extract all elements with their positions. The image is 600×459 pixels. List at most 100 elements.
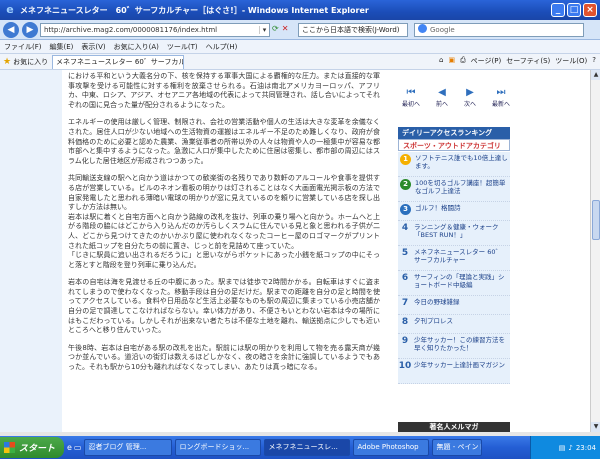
favorites-button[interactable]: ★ お気に入り — [3, 57, 48, 67]
ranking-link[interactable]: ランニング＆健康・ウォーク「BEST RUN！」 — [412, 221, 510, 241]
windows-logo-icon — [4, 442, 15, 453]
jword-search-label: ここから日本語で検索(J-Word) — [302, 26, 400, 34]
ranking-link[interactable]: メネフネニュースレター 60゛サーフカルチャー — [412, 246, 510, 266]
taskbar-item-label: 忍者ブログ 管理... — [88, 443, 147, 451]
ranking-subheader: スポーツ・アウトドアカテゴリ — [398, 139, 510, 151]
vertical-scrollbar[interactable]: ▲ ▼ — [590, 70, 600, 432]
taskbar-item-active[interactable]: メネフネニュースレ... — [264, 439, 351, 456]
last-icon: ⏭ — [496, 87, 506, 98]
ranking-link[interactable]: サーフィンの「理論と実践」ショートボード中級編 — [412, 271, 510, 291]
address-toolbar: ◀ ▶ http://archive.mag2.com/0000081176/i… — [0, 20, 600, 40]
next-issue-link[interactable]: ▶ 次へ — [464, 86, 476, 112]
ranking-link[interactable]: ゴルフ！格闘詩 — [413, 202, 510, 214]
article-paragraph: における平和という大義名分の下、核を保持する軍事大国による覇権的な圧力。または直… — [68, 72, 380, 109]
forward-icon[interactable]: ▶ — [22, 21, 38, 38]
scroll-thumb[interactable] — [592, 200, 600, 240]
celebrity-mailmag-banner[interactable]: 著名人メルマガ — [398, 422, 510, 432]
ranking-item[interactable]: 6 サーフィンの「理論と実践」ショートボード中級編 — [398, 271, 510, 296]
scroll-down-icon[interactable]: ▼ — [591, 422, 600, 432]
address-url: http://archive.mag2.com/0000081176/index… — [44, 26, 218, 34]
rank-number: 10 — [398, 361, 412, 371]
ranking-item[interactable]: 5 メネフネニュースレター 60゛サーフカルチャー — [398, 246, 510, 271]
print-icon[interactable]: ⎙ — [460, 56, 466, 66]
back-icon[interactable]: ◀ — [3, 21, 19, 38]
menu-edit[interactable]: 編集(E) — [50, 42, 74, 52]
chevron-down-icon[interactable]: ▾ — [259, 26, 269, 34]
desktop-quicklaunch-icon[interactable]: ▭ — [74, 443, 82, 452]
article-paragraph: エネルギーの使用は厳しく管理、制限され、会社の営業活動や個人の生活は大きな変革を… — [68, 118, 380, 165]
taskbar-item-label: 無題 - ペイント — [436, 443, 483, 451]
scroll-up-icon[interactable]: ▲ — [591, 70, 600, 80]
page-content[interactable]: における平和という大義名分の下、核を保持する軍事大国による覇権的な圧力。または直… — [0, 70, 590, 432]
ranking-item[interactable]: 9 少年サッカー！この練習方法を早く知りたかった！ — [398, 334, 510, 359]
ranking-item[interactable]: 10 少年サッカー上達計画マガジン — [398, 359, 510, 384]
menu-file[interactable]: ファイル(F) — [4, 42, 42, 52]
safety-menu[interactable]: セーフティ(S) — [506, 56, 550, 66]
ranking-item[interactable]: 7 今日の野球雑録 — [398, 296, 510, 315]
prev-label: 前へ — [435, 101, 448, 108]
volume-icon[interactable]: ♪ — [568, 444, 572, 452]
star-icon: ★ — [3, 56, 12, 67]
help-icon[interactable]: ? — [592, 56, 596, 66]
ranking-link[interactable]: 少年サッカー！この練習方法を早く知りたかった！ — [412, 334, 510, 354]
google-icon — [418, 24, 427, 33]
minimize-button[interactable]: _ — [551, 3, 565, 17]
ranking-link[interactable]: 夕刊プロレス — [412, 315, 510, 327]
latest-issue-link[interactable]: ⏭ 最新へ — [492, 86, 510, 112]
page-menu[interactable]: ページ(P) — [471, 56, 502, 66]
taskbar-item[interactable]: 忍者ブログ 管理... — [84, 439, 173, 456]
first-label: 最初へ — [401, 101, 420, 108]
ranking-item[interactable]: 4 ランニング＆健康・ウォーク「BEST RUN！」 — [398, 221, 510, 246]
next-label: 次へ — [463, 101, 476, 108]
prev-issue-link[interactable]: ◀ 前へ — [436, 86, 448, 112]
ie-quicklaunch-icon[interactable]: e — [67, 443, 72, 452]
article-paragraph: 「じきに駅員に追い出されるだろうに」と思いながらポケットにあった小銭を紙コップの… — [68, 251, 380, 269]
title-bar: e メネフネニュースレター 60゛サーフカルチャー［はぐさ!］- Windows… — [0, 0, 600, 20]
ranking-item[interactable]: 8 夕刊プロレス — [398, 315, 510, 334]
home-icon[interactable]: ⌂ — [439, 56, 443, 66]
menu-help[interactable]: ヘルプ(H) — [206, 42, 238, 52]
first-icon: ⏮ — [406, 87, 416, 98]
taskbar-item[interactable]: 無題 - ペイント — [432, 439, 483, 456]
ranking-item[interactable]: 3 ゴルフ！格闘詩 — [398, 202, 510, 221]
article-paragraph: 共同輸送支線の駅へと向かう道はかつての歓楽街の名残りであり数軒のアルコールや食事… — [68, 174, 380, 212]
google-search-input[interactable]: Google — [414, 23, 584, 37]
menu-view[interactable]: 表示(V) — [81, 42, 105, 52]
browser-tab[interactable]: メネフネニュースレター 60゛サーフカルチャー［はぐさ!］ — [52, 55, 184, 69]
taskbar-item[interactable]: ロングボードショッ... — [175, 439, 262, 456]
menu-bar: ファイル(F) 編集(E) 表示(V) お気に入り(A) ツール(T) ヘルプ(… — [0, 40, 600, 54]
maximize-button[interactable]: □ — [567, 3, 581, 17]
issue-navigation: ⏮ 最初へ ◀ 前へ ▶ 次へ ⏭ 最新へ — [394, 86, 518, 112]
stop-icon[interactable]: ✕ — [282, 24, 289, 33]
ranking-item[interactable]: 1 ソフトテニス誰でも10倍上達します。 — [398, 152, 510, 177]
article-body: における平和という大義名分の下、核を保持する軍事大国による覇権的な圧力。または直… — [62, 70, 384, 432]
jword-search-input[interactable]: ここから日本語で検索(J-Word) — [298, 23, 408, 37]
article-paragraph: 午後8時、岩本は自宅がある駅の改札を出た。駅前には駅の明かりを利用して物を売る露… — [68, 343, 380, 372]
first-issue-link[interactable]: ⏮ 最初へ — [402, 86, 420, 112]
rank-number: 1 — [400, 154, 411, 165]
network-icon[interactable]: ▤ — [559, 444, 566, 452]
rank-number: 2 — [400, 179, 411, 190]
menu-tools[interactable]: ツール(T) — [167, 42, 198, 52]
rank-number: 4 — [401, 223, 409, 233]
address-bar[interactable]: http://archive.mag2.com/0000081176/index… — [40, 23, 270, 37]
close-button[interactable]: × — [583, 3, 597, 17]
feeds-icon[interactable]: ▣ — [448, 56, 455, 66]
tools-menu[interactable]: ツール(O) — [555, 56, 587, 66]
article-paragraph: 岩本の自宅は海を見渡せる丘の中腹にあった。駅までは徒歩で2時間かかる。自転車はす… — [68, 278, 380, 335]
clock: 23:04 — [575, 443, 596, 452]
ranking-link[interactable]: ソフトテニス誰でも10倍上達します。 — [413, 152, 510, 172]
taskbar-item[interactable]: Adobe Photoshop — [353, 439, 430, 456]
browser-window: e メネフネニュースレター 60゛サーフカルチャー［はぐさ!］- Windows… — [0, 0, 600, 459]
ranking-link[interactable]: 100を切るゴルフ講座！超簡単なゴルフ上達法 — [413, 177, 510, 197]
refresh-icon[interactable]: ⟳ — [272, 24, 279, 33]
next-icon: ▶ — [466, 87, 474, 98]
ranking-link[interactable]: 今日の野球雑録 — [412, 296, 510, 308]
ranking-list: 1 ソフトテニス誰でも10倍上達します。 2 100を切るゴルフ講座！超簡単なゴルフ… — [398, 152, 510, 384]
ranking-item[interactable]: 2 100を切るゴルフ講座！超簡単なゴルフ上達法 — [398, 177, 510, 202]
prev-icon: ◀ — [438, 87, 446, 98]
ranking-link[interactable]: 少年サッカー上達計画マガジン — [412, 359, 510, 371]
rank-number: 5 — [401, 248, 409, 258]
start-button[interactable]: スタート — [0, 437, 64, 458]
menu-favorites[interactable]: お気に入り(A) — [114, 42, 159, 52]
